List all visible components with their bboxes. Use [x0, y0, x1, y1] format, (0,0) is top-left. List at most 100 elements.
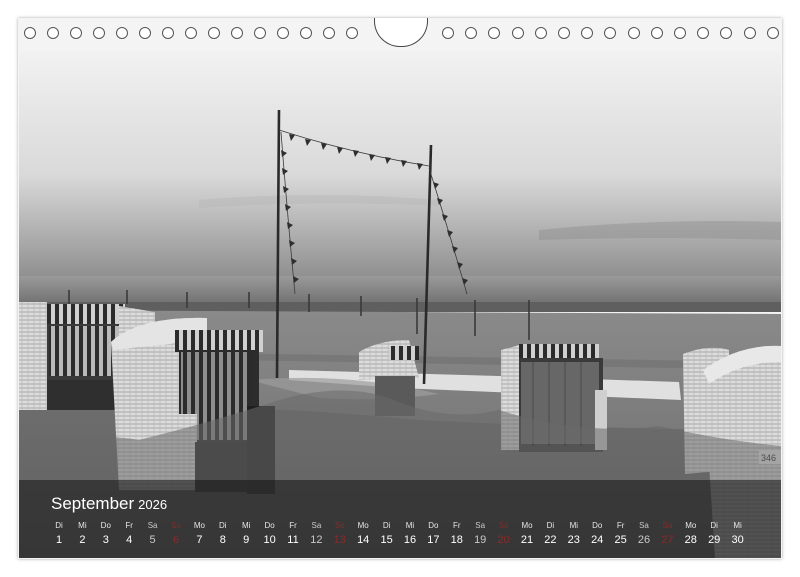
- day-name: So: [334, 521, 345, 530]
- day-cell: Mo 7: [187, 520, 211, 548]
- day-name: So: [171, 521, 181, 530]
- day-row: Di 1 Mi 2 Do 3 Fr 4 Sa 5 So 6 Mo 7 Di 8 Mi 9 Do 10 Fr 11 Sa 12 S…: [47, 520, 777, 552]
- day-cell: So 6: [164, 520, 188, 548]
- binding-hole: [93, 27, 105, 39]
- day-cell: Sa 19: [468, 520, 492, 548]
- binding-hole: [300, 27, 312, 39]
- day-cell: Mi 30: [726, 520, 750, 548]
- year: 2026: [138, 497, 168, 512]
- day-cell: Sa 5: [141, 520, 165, 548]
- sky: [19, 50, 781, 278]
- day-cell: Do 10: [258, 520, 282, 548]
- day-number: 21: [520, 534, 534, 546]
- day-cell: Do 17: [421, 520, 445, 548]
- calendar-bar: September 2026 Di 1 Mi 2 Do 3 Fr 4 Sa 5 So 6 Mo 7 Di 8 Mi…: [19, 480, 781, 558]
- day-number: 29: [708, 534, 721, 546]
- day-name: Fr: [616, 521, 625, 530]
- day-cell: Di 29: [702, 520, 726, 548]
- day-number: 18: [450, 534, 463, 546]
- day-name: Di: [219, 521, 227, 530]
- day-cell: Mi 2: [70, 520, 94, 548]
- day-number: 14: [357, 534, 370, 546]
- binding-hole: [743, 27, 756, 39]
- day-number: 16: [403, 534, 417, 546]
- day-name: Do: [100, 521, 111, 530]
- day-number: 27: [661, 534, 674, 546]
- day-cell: Mi 23: [562, 520, 586, 548]
- binding-hole: [185, 27, 197, 39]
- binding-hole: [674, 27, 686, 39]
- day-name: Do: [428, 521, 439, 530]
- day-cell: Sa 12: [304, 520, 328, 548]
- day-number: 12: [310, 534, 323, 546]
- day-name: Di: [382, 521, 391, 530]
- day-cell: Mi 16: [398, 520, 422, 548]
- binding-hole: [534, 27, 547, 39]
- binding-hole: [511, 27, 524, 39]
- day-name: Mo: [193, 521, 205, 530]
- day-name: So: [498, 521, 509, 530]
- day-cell: Fr 11: [281, 520, 305, 548]
- binding-hole: [162, 27, 174, 39]
- day-cell: Mi 9: [234, 520, 258, 548]
- month-name: September: [51, 494, 135, 513]
- day-cell: So 13: [328, 520, 352, 548]
- day-cell: Fr 4: [117, 520, 141, 548]
- binding-hole: [231, 27, 243, 39]
- day-cell: Di 22: [538, 520, 562, 548]
- day-cell: Do 3: [94, 520, 118, 548]
- binding-hole: [346, 27, 358, 39]
- day-number: 23: [567, 534, 580, 546]
- day-name: Sa: [147, 521, 158, 530]
- day-name: Sa: [639, 521, 649, 530]
- day-name: Do: [592, 521, 603, 530]
- day-number: 20: [497, 534, 510, 546]
- binding-hole: [581, 27, 594, 39]
- sea: [19, 276, 781, 306]
- day-cell: Fr 18: [445, 520, 469, 548]
- day-number: 8: [219, 534, 226, 546]
- day-number: 9: [243, 534, 250, 546]
- day-number: 24: [591, 534, 604, 546]
- day-cell: So 27: [655, 520, 679, 548]
- day-number: 4: [126, 534, 133, 546]
- day-cell: So 20: [492, 520, 516, 548]
- day-name: Mo: [357, 521, 369, 530]
- day-name: Mi: [569, 521, 579, 530]
- binding-hole: [24, 27, 36, 39]
- day-cell: Do 24: [585, 520, 609, 548]
- binding-hole: [208, 27, 220, 39]
- day-name: Di: [55, 521, 63, 530]
- binding-hole: [442, 27, 454, 39]
- binding-hole: [323, 27, 335, 39]
- day-name: Do: [264, 521, 275, 530]
- day-name: Mo: [685, 521, 697, 530]
- day-name: So: [662, 521, 673, 530]
- day-cell: Di 8: [211, 520, 235, 548]
- binding-hole: [650, 27, 663, 39]
- day-number: 19: [474, 534, 487, 546]
- day-name: Mi: [78, 521, 87, 530]
- day-number: 7: [196, 534, 203, 546]
- day-number: 3: [102, 534, 109, 546]
- day-cell: Di 1: [47, 520, 71, 548]
- day-name: Mi: [733, 521, 742, 530]
- day-cell: Mo 28: [679, 520, 703, 548]
- binding-hole: [465, 27, 478, 39]
- day-cell: Mo 14: [351, 520, 375, 548]
- day-number: 10: [263, 534, 276, 546]
- day-number: 22: [544, 534, 557, 546]
- binding-hole: [627, 27, 640, 39]
- day-cell: Sa 26: [632, 520, 656, 548]
- binding-hole: [766, 27, 779, 39]
- day-name: Di: [710, 521, 718, 530]
- day-number: 11: [287, 534, 299, 546]
- binding-hole: [720, 27, 733, 39]
- month-title: September 2026: [51, 494, 167, 514]
- day-number: 13: [333, 534, 346, 546]
- binding-hole: [70, 27, 82, 39]
- binding-hole: [254, 27, 266, 39]
- day-cell: Mo 21: [515, 520, 539, 548]
- day-number: 30: [731, 534, 744, 546]
- binding-hole: [139, 27, 151, 39]
